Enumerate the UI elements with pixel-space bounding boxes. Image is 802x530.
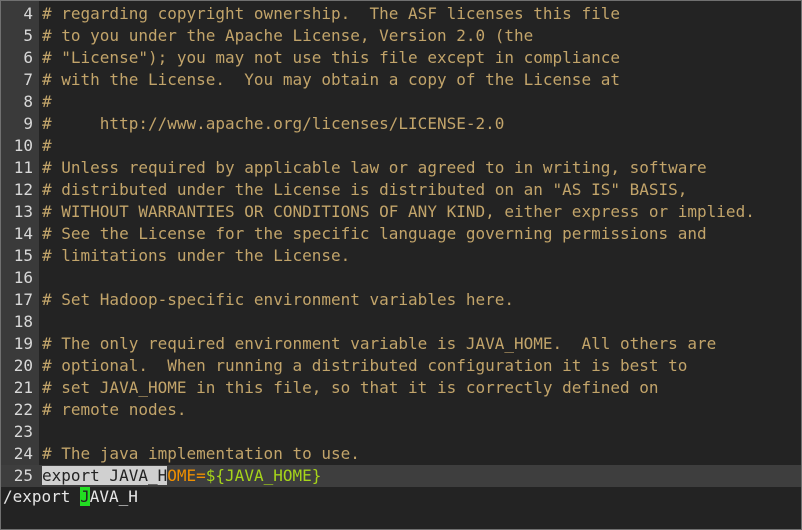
line-number: 17 bbox=[13, 290, 33, 309]
line-text: # optional. When running a distributed c… bbox=[42, 356, 688, 375]
line-text: # WITHOUT WARRANTIES OR CONDITIONS OF AN… bbox=[42, 202, 755, 221]
line-number: 25 bbox=[13, 466, 33, 485]
editor-line[interactable]: 7 # with the License. You may obtain a co… bbox=[1, 69, 801, 91]
line-number: 23 bbox=[13, 422, 33, 441]
editor-buffer[interactable]: 4 # regarding copyright ownership. The AS… bbox=[1, 3, 801, 487]
editor-line[interactable]: 18 bbox=[1, 311, 801, 333]
line-text: # Unless required by applicable law or a… bbox=[42, 158, 707, 177]
editor-line-current[interactable]: 25 export JAVA_HOME=${JAVA_HOME} bbox=[1, 465, 801, 487]
line-number: 11 bbox=[13, 158, 33, 177]
line-number: 24 bbox=[13, 444, 33, 463]
line-text: # http://www.apache.org/licenses/LICENSE… bbox=[42, 114, 505, 133]
editor-line[interactable]: 22 # remote nodes. bbox=[1, 399, 801, 421]
editor-line[interactable]: 13 # WITHOUT WARRANTIES OR CONDITIONS OF … bbox=[1, 201, 801, 223]
line-text: # with the License. You may obtain a cop… bbox=[42, 70, 620, 89]
line-text: # distributed under the License is distr… bbox=[42, 180, 688, 199]
line-number: 22 bbox=[13, 400, 33, 419]
editor-line[interactable]: 4 # regarding copyright ownership. The AS… bbox=[1, 3, 801, 25]
line-text: # Set Hadoop-specific environment variab… bbox=[42, 290, 515, 309]
line-text: # See the License for the specific langu… bbox=[42, 224, 707, 243]
line-number: 10 bbox=[13, 136, 33, 155]
terminal-window[interactable]: 4 # regarding copyright ownership. The AS… bbox=[0, 0, 802, 530]
line-text: # set JAVA_HOME in this file, so that it… bbox=[42, 378, 659, 397]
line-number: 20 bbox=[13, 356, 33, 375]
text-cursor: J bbox=[80, 487, 90, 506]
editor-line[interactable]: 12 # distributed under the License is dis… bbox=[1, 179, 801, 201]
assignment-operator: = bbox=[196, 466, 206, 485]
editor-line[interactable]: 8 # bbox=[1, 91, 801, 113]
line-number: 6 bbox=[23, 48, 33, 67]
editor-line[interactable]: 11 # Unless required by applicable law or… bbox=[1, 157, 801, 179]
line-number: 19 bbox=[13, 334, 33, 353]
line-text: # regarding copyright ownership. The ASF… bbox=[42, 4, 620, 23]
line-number: 7 bbox=[23, 70, 33, 89]
line-number: 13 bbox=[13, 202, 33, 221]
search-command-rest: AVA_H bbox=[89, 487, 138, 506]
editor-line[interactable]: 17 # Set Hadoop-specific environment vari… bbox=[1, 289, 801, 311]
line-number: 14 bbox=[13, 224, 33, 243]
line-text: # to you under the Apache License, Versi… bbox=[42, 26, 534, 45]
editor-line[interactable]: 16 bbox=[1, 267, 801, 289]
editor-line[interactable]: 24 # The java implementation to use. bbox=[1, 443, 801, 465]
search-match-highlight: export JAVA_H bbox=[42, 466, 168, 485]
editor-line[interactable]: 14 # See the License for the specific lan… bbox=[1, 223, 801, 245]
vim-command-line[interactable]: /export JAVA_H bbox=[3, 486, 138, 508]
variable-value: ${JAVA_HOME} bbox=[205, 466, 322, 485]
editor-line[interactable]: 15 # limitations under the License. bbox=[1, 245, 801, 267]
editor-line[interactable]: 21 # set JAVA_HOME in this file, so that … bbox=[1, 377, 801, 399]
editor-line[interactable]: 10 # bbox=[1, 135, 801, 157]
editor-line[interactable]: 5 # to you under the Apache License, Vers… bbox=[1, 25, 801, 47]
line-number: 4 bbox=[23, 4, 33, 23]
editor-line[interactable]: 6 # "License"); you may not use this file… bbox=[1, 47, 801, 69]
variable-name-rest: OME bbox=[167, 466, 197, 485]
line-number: 16 bbox=[13, 268, 33, 287]
line-number: 21 bbox=[13, 378, 33, 397]
line-number: 9 bbox=[23, 114, 33, 133]
line-number: 12 bbox=[13, 180, 33, 199]
editor-line[interactable]: 20 # optional. When running a distributed… bbox=[1, 355, 801, 377]
line-text: # The only required environment variable… bbox=[42, 334, 717, 353]
line-text: # bbox=[42, 92, 52, 111]
line-text: # limitations under the License. bbox=[42, 246, 351, 265]
editor-line[interactable]: 9 # http://www.apache.org/licenses/LICENS… bbox=[1, 113, 801, 135]
line-number: 18 bbox=[13, 312, 33, 331]
line-number: 8 bbox=[23, 92, 33, 111]
editor-line[interactable]: 19 # The only required environment variab… bbox=[1, 333, 801, 355]
editor-line[interactable]: 23 bbox=[1, 421, 801, 443]
line-text: export JAVA_HOME=${JAVA_HOME} bbox=[42, 465, 321, 487]
line-number: 5 bbox=[23, 26, 33, 45]
line-text: # bbox=[42, 136, 52, 155]
search-command-prefix: /export bbox=[3, 487, 81, 506]
line-text: # "License"); you may not use this file … bbox=[42, 48, 620, 67]
line-number: 15 bbox=[13, 246, 33, 265]
line-text: # remote nodes. bbox=[42, 400, 187, 419]
line-text: # The java implementation to use. bbox=[42, 444, 360, 463]
